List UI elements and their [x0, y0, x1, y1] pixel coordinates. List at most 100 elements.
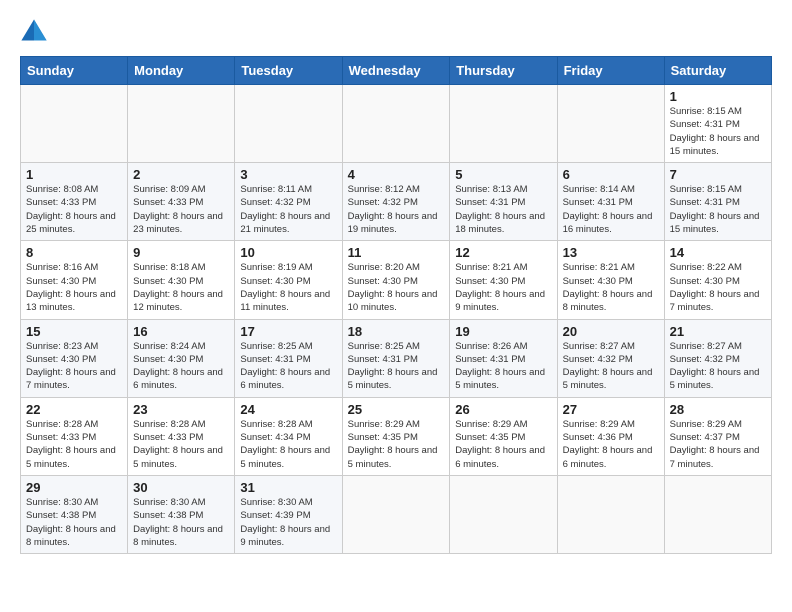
calendar-cell: 11 Sunrise: 8:20 AMSunset: 4:30 PMDaylig… — [342, 241, 450, 319]
day-info: Sunrise: 8:21 AMSunset: 4:30 PMDaylight:… — [455, 262, 545, 313]
day-info: Sunrise: 8:12 AMSunset: 4:32 PMDaylight:… — [348, 184, 438, 235]
calendar-cell — [235, 85, 342, 163]
calendar-cell: 25 Sunrise: 8:29 AMSunset: 4:35 PMDaylig… — [342, 397, 450, 475]
week-row-2: 8 Sunrise: 8:16 AMSunset: 4:30 PMDayligh… — [21, 241, 772, 319]
week-row-1: 1 Sunrise: 8:08 AMSunset: 4:33 PMDayligh… — [21, 163, 772, 241]
day-info: Sunrise: 8:28 AMSunset: 4:34 PMDaylight:… — [240, 419, 330, 470]
day-number: 25 — [348, 402, 445, 417]
day-info: Sunrise: 8:15 AMSunset: 4:31 PMDaylight:… — [670, 184, 760, 235]
day-info: Sunrise: 8:29 AMSunset: 4:35 PMDaylight:… — [455, 419, 545, 470]
day-info: Sunrise: 8:27 AMSunset: 4:32 PMDaylight:… — [670, 341, 760, 392]
day-number: 18 — [348, 324, 445, 339]
main-container: SundayMondayTuesdayWednesdayThursdayFrid… — [0, 0, 792, 564]
calendar-cell: 21 Sunrise: 8:27 AMSunset: 4:32 PMDaylig… — [664, 319, 771, 397]
calendar-cell: 10 Sunrise: 8:19 AMSunset: 4:30 PMDaylig… — [235, 241, 342, 319]
calendar-cell: 4 Sunrise: 8:12 AMSunset: 4:32 PMDayligh… — [342, 163, 450, 241]
day-number: 6 — [563, 167, 659, 182]
calendar-cell: 15 Sunrise: 8:23 AMSunset: 4:30 PMDaylig… — [21, 319, 128, 397]
calendar-cell: 17 Sunrise: 8:25 AMSunset: 4:31 PMDaylig… — [235, 319, 342, 397]
day-info: Sunrise: 8:21 AMSunset: 4:30 PMDaylight:… — [563, 262, 653, 313]
day-info: Sunrise: 8:22 AMSunset: 4:30 PMDaylight:… — [670, 262, 760, 313]
logo — [20, 16, 52, 44]
calendar-cell: 12 Sunrise: 8:21 AMSunset: 4:30 PMDaylig… — [450, 241, 557, 319]
day-info: Sunrise: 8:26 AMSunset: 4:31 PMDaylight:… — [455, 341, 545, 392]
day-info: Sunrise: 8:25 AMSunset: 4:31 PMDaylight:… — [240, 341, 330, 392]
calendar-cell: 31 Sunrise: 8:30 AMSunset: 4:39 PMDaylig… — [235, 475, 342, 553]
day-number: 3 — [240, 167, 336, 182]
day-number: 4 — [348, 167, 445, 182]
day-info: Sunrise: 8:28 AMSunset: 4:33 PMDaylight:… — [133, 419, 223, 470]
day-info: Sunrise: 8:25 AMSunset: 4:31 PMDaylight:… — [348, 341, 438, 392]
day-info: Sunrise: 8:29 AMSunset: 4:37 PMDaylight:… — [670, 419, 760, 470]
calendar-header-row: SundayMondayTuesdayWednesdayThursdayFrid… — [21, 57, 772, 85]
calendar-cell: 29 Sunrise: 8:30 AMSunset: 4:38 PMDaylig… — [21, 475, 128, 553]
day-number: 14 — [670, 245, 766, 260]
calendar-cell: 9 Sunrise: 8:18 AMSunset: 4:30 PMDayligh… — [128, 241, 235, 319]
day-number: 8 — [26, 245, 122, 260]
day-number: 1 — [26, 167, 122, 182]
day-number: 29 — [26, 480, 122, 495]
week-row-5: 29 Sunrise: 8:30 AMSunset: 4:38 PMDaylig… — [21, 475, 772, 553]
calendar-cell — [342, 85, 450, 163]
day-info: Sunrise: 8:29 AMSunset: 4:36 PMDaylight:… — [563, 419, 653, 470]
day-info: Sunrise: 8:28 AMSunset: 4:33 PMDaylight:… — [26, 419, 116, 470]
calendar-cell: 23 Sunrise: 8:28 AMSunset: 4:33 PMDaylig… — [128, 397, 235, 475]
calendar-cell — [128, 85, 235, 163]
week-row-0: 1 Sunrise: 8:15 AMSunset: 4:31 PMDayligh… — [21, 85, 772, 163]
calendar-cell: 27 Sunrise: 8:29 AMSunset: 4:36 PMDaylig… — [557, 397, 664, 475]
calendar-cell: 7 Sunrise: 8:15 AMSunset: 4:31 PMDayligh… — [664, 163, 771, 241]
day-number: 16 — [133, 324, 229, 339]
day-number: 11 — [348, 245, 445, 260]
day-info: Sunrise: 8:16 AMSunset: 4:30 PMDaylight:… — [26, 262, 116, 313]
header — [20, 16, 772, 44]
calendar-cell: 6 Sunrise: 8:14 AMSunset: 4:31 PMDayligh… — [557, 163, 664, 241]
day-number: 15 — [26, 324, 122, 339]
calendar-cell — [450, 85, 557, 163]
day-info: Sunrise: 8:27 AMSunset: 4:32 PMDaylight:… — [563, 341, 653, 392]
day-info: Sunrise: 8:30 AMSunset: 4:38 PMDaylight:… — [133, 497, 223, 548]
calendar-cell: 5 Sunrise: 8:13 AMSunset: 4:31 PMDayligh… — [450, 163, 557, 241]
day-number: 12 — [455, 245, 551, 260]
calendar-cell: 18 Sunrise: 8:25 AMSunset: 4:31 PMDaylig… — [342, 319, 450, 397]
calendar-cell — [557, 475, 664, 553]
week-row-4: 22 Sunrise: 8:28 AMSunset: 4:33 PMDaylig… — [21, 397, 772, 475]
header-thursday: Thursday — [450, 57, 557, 85]
day-info: Sunrise: 8:14 AMSunset: 4:31 PMDaylight:… — [563, 184, 653, 235]
header-wednesday: Wednesday — [342, 57, 450, 85]
calendar-cell: 19 Sunrise: 8:26 AMSunset: 4:31 PMDaylig… — [450, 319, 557, 397]
calendar-cell — [342, 475, 450, 553]
day-number: 13 — [563, 245, 659, 260]
day-number: 9 — [133, 245, 229, 260]
calendar-cell — [450, 475, 557, 553]
day-info: Sunrise: 8:15 AMSunset: 4:31 PMDaylight:… — [670, 106, 760, 157]
day-number: 1 — [670, 89, 766, 104]
calendar-cell: 14 Sunrise: 8:22 AMSunset: 4:30 PMDaylig… — [664, 241, 771, 319]
day-number: 28 — [670, 402, 766, 417]
day-info: Sunrise: 8:09 AMSunset: 4:33 PMDaylight:… — [133, 184, 223, 235]
calendar-cell — [664, 475, 771, 553]
calendar-cell: 1 Sunrise: 8:15 AMSunset: 4:31 PMDayligh… — [664, 85, 771, 163]
calendar-cell: 26 Sunrise: 8:29 AMSunset: 4:35 PMDaylig… — [450, 397, 557, 475]
calendar-cell: 24 Sunrise: 8:28 AMSunset: 4:34 PMDaylig… — [235, 397, 342, 475]
calendar-cell: 28 Sunrise: 8:29 AMSunset: 4:37 PMDaylig… — [664, 397, 771, 475]
calendar-cell — [557, 85, 664, 163]
day-number: 17 — [240, 324, 336, 339]
calendar-cell: 22 Sunrise: 8:28 AMSunset: 4:33 PMDaylig… — [21, 397, 128, 475]
calendar-cell — [21, 85, 128, 163]
day-info: Sunrise: 8:18 AMSunset: 4:30 PMDaylight:… — [133, 262, 223, 313]
day-number: 30 — [133, 480, 229, 495]
day-number: 26 — [455, 402, 551, 417]
logo-icon — [20, 16, 48, 44]
header-friday: Friday — [557, 57, 664, 85]
week-row-3: 15 Sunrise: 8:23 AMSunset: 4:30 PMDaylig… — [21, 319, 772, 397]
day-number: 19 — [455, 324, 551, 339]
day-number: 21 — [670, 324, 766, 339]
calendar-cell: 20 Sunrise: 8:27 AMSunset: 4:32 PMDaylig… — [557, 319, 664, 397]
header-tuesday: Tuesday — [235, 57, 342, 85]
day-info: Sunrise: 8:13 AMSunset: 4:31 PMDaylight:… — [455, 184, 545, 235]
day-number: 27 — [563, 402, 659, 417]
day-number: 20 — [563, 324, 659, 339]
header-monday: Monday — [128, 57, 235, 85]
day-number: 2 — [133, 167, 229, 182]
day-info: Sunrise: 8:30 AMSunset: 4:38 PMDaylight:… — [26, 497, 116, 548]
